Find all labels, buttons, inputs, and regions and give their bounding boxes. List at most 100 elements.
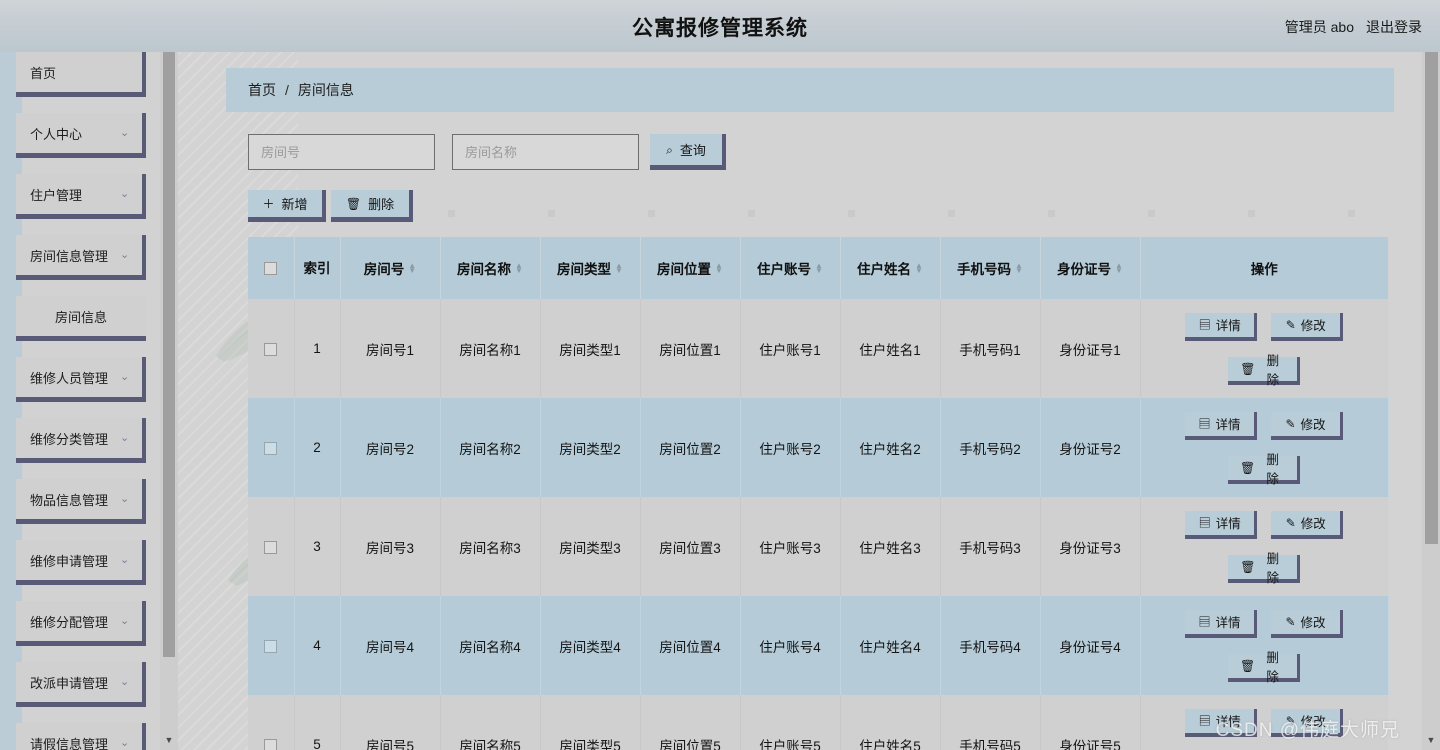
row-checkbox[interactable] xyxy=(264,441,278,455)
sidebar-item-label: 维修分配管理 xyxy=(30,614,109,630)
search-button-label: 查询 xyxy=(679,143,706,158)
table-header-cell-id_card[interactable]: 身份证号 ▲ ▼ xyxy=(1040,237,1141,299)
delete-button[interactable]: 🗑 删除 xyxy=(1228,453,1300,486)
table-header-cell-room_pos[interactable]: 房间位置 ▲ ▼ xyxy=(640,237,741,299)
table-cell-id_card: 身份证号4 xyxy=(1040,596,1141,695)
chevron-down-icon: ⌄ xyxy=(120,371,130,383)
main-content: 首页 / 房间信息 ⌕ 查询 ＋ 新增 🗑 删除 xyxy=(178,52,1422,750)
edit-button-label: 修改 xyxy=(1300,616,1326,630)
sidebar-scroll-down-icon[interactable]: ▼ xyxy=(160,732,178,748)
table-header: 索引 房间号 ▲ ▼ 房间名称 ▲ ▼ 房间类型 ▲ ▼ 房间位置 ▲ ▼ 住户账号 ▲ ▼ 住户姓名 ▲ ▼ 手机号… xyxy=(248,237,1388,299)
sort-toggle-icon[interactable]: ▲ ▼ xyxy=(915,262,923,275)
main-scrollbar[interactable]: ▼ xyxy=(1422,52,1440,750)
row-checkbox[interactable] xyxy=(264,540,278,554)
sidebar-item-0[interactable]: 首页 xyxy=(16,52,146,97)
sort-toggle-icon[interactable]: ▲ ▼ xyxy=(815,262,823,275)
delete-button[interactable]: 🗑 删除 xyxy=(1228,552,1301,585)
sidebar-item-label: 请假信息管理 xyxy=(30,736,109,750)
delete-button[interactable]: 🗑 删除 xyxy=(1228,354,1301,387)
edit-button[interactable]: ✎ 修改 xyxy=(1271,411,1343,440)
sidebar-item-label: 改派申请管理 xyxy=(30,675,109,691)
sort-desc-icon: ▼ xyxy=(915,266,923,275)
breadcrumb: 首页 / 房间信息 xyxy=(226,68,1394,112)
chevron-down-icon: ⌄ xyxy=(120,615,130,627)
edit-button[interactable]: ✎ 修改 xyxy=(1271,312,1344,341)
table-header-cell-room_type[interactable]: 房间类型 ▲ ▼ xyxy=(540,237,641,299)
detail-button[interactable]: ▤ 详情 xyxy=(1185,411,1257,440)
select-all-checkbox[interactable] xyxy=(264,262,278,276)
table-cell-room_no: 房间号1 xyxy=(340,299,441,398)
sidebar-item-10[interactable]: 改派申请管理 ⌄ xyxy=(16,662,146,707)
room-name-input[interactable] xyxy=(452,134,639,170)
sidebar-item-1[interactable]: 个人中心 ⌄ xyxy=(16,113,146,158)
chevron-down-icon: ⌄ xyxy=(120,432,130,444)
edit-button[interactable]: ✎ 修改 xyxy=(1271,510,1344,539)
sidebar-item-11[interactable]: 请假信息管理 ⌄ xyxy=(16,723,146,750)
table-header-cell-room_name[interactable]: 房间名称 ▲ ▼ xyxy=(440,237,541,299)
sort-toggle-icon[interactable]: ▲ ▼ xyxy=(715,262,723,275)
table-header-cell-room_no[interactable]: 房间号 ▲ ▼ xyxy=(340,237,441,299)
sidebar-item-7[interactable]: 物品信息管理 ⌄ xyxy=(16,479,146,524)
trash-icon: 🗑 xyxy=(345,196,362,211)
detail-button[interactable]: ▤ 详情 xyxy=(1185,609,1257,638)
table-header-cell-tenant_name[interactable]: 住户姓名 ▲ ▼ xyxy=(840,237,941,299)
sort-desc-icon: ▼ xyxy=(715,266,723,275)
delete-button[interactable]: 🗑 删除 xyxy=(1228,651,1300,684)
sidebar-item-9[interactable]: 维修分配管理 ⌄ xyxy=(16,601,146,646)
row-checkbox[interactable] xyxy=(264,738,278,750)
detail-button[interactable]: ▤ 详情 xyxy=(1185,312,1258,341)
sidebar-item-3[interactable]: 房间信息管理 ⌄ xyxy=(16,235,146,280)
sidebar-item-8[interactable]: 维修申请管理 ⌄ xyxy=(16,540,146,585)
sidebar-item-2[interactable]: 住户管理 ⌄ xyxy=(16,174,146,219)
sort-toggle-icon[interactable]: ▲ ▼ xyxy=(615,262,623,275)
breadcrumb-home[interactable]: 首页 xyxy=(248,80,276,100)
sidebar-item-6[interactable]: 维修分类管理 ⌄ xyxy=(16,418,146,463)
table-cell-room_no: 房间号5 xyxy=(340,695,441,750)
sidebar-item-4[interactable]: 房间信息 xyxy=(16,296,146,341)
row-checkbox[interactable] xyxy=(264,639,278,653)
detail-button[interactable]: ▤ 详情 xyxy=(1185,708,1258,737)
main-scroll-down-icon[interactable]: ▼ xyxy=(1422,732,1440,748)
main-scrollbar-thumb[interactable] xyxy=(1425,52,1438,544)
table-header-label: 住户账号 xyxy=(757,262,812,277)
add-button[interactable]: ＋ 新增 xyxy=(248,190,326,222)
sort-toggle-icon[interactable]: ▲ ▼ xyxy=(408,262,417,275)
table-cell-room_no: 房间号3 xyxy=(340,497,441,596)
sort-toggle-icon[interactable]: ▲ ▼ xyxy=(515,262,523,275)
table-cell-room_type: 房间类型3 xyxy=(540,497,641,596)
table-header-cell-tenant_acct[interactable]: 住户账号 ▲ ▼ xyxy=(740,237,841,299)
table-toolbar: ＋ 新增 🗑 删除 xyxy=(248,190,413,222)
logout-link[interactable]: 退出登录 xyxy=(1366,17,1422,37)
table-cell-room_type: 房间类型4 xyxy=(540,596,641,695)
table-cell-phone: 手机号码2 xyxy=(940,398,1041,497)
table-cell-tenant_acct: 住户账号2 xyxy=(740,398,841,497)
table-cell-phone: 手机号码4 xyxy=(940,596,1041,695)
plus-icon: ＋ xyxy=(262,196,275,211)
table-cell-room_no: 房间号2 xyxy=(340,398,441,497)
delete-button-label: 删除 xyxy=(1266,551,1280,585)
sidebar-item-label: 个人中心 xyxy=(30,126,83,142)
table-header-label: 手机号码 xyxy=(957,262,1012,277)
sidebar-scrollbar-thumb[interactable] xyxy=(163,52,175,657)
sort-toggle-icon[interactable]: ▲ ▼ xyxy=(1115,262,1123,275)
edit-button[interactable]: ✎ 修改 xyxy=(1271,708,1344,737)
document-icon: ▤ xyxy=(1198,713,1211,728)
search-button[interactable]: ⌕ 查询 xyxy=(650,134,726,170)
edit-button[interactable]: ✎ 修改 xyxy=(1271,609,1343,638)
batch-delete-button[interactable]: 🗑 删除 xyxy=(331,190,413,222)
breadcrumb-separator: / xyxy=(285,82,289,98)
edit-button-label: 修改 xyxy=(1300,319,1326,333)
sidebar-item-5[interactable]: 维修人员管理 ⌄ xyxy=(16,357,146,402)
sort-toggle-icon[interactable]: ▲ ▼ xyxy=(1015,262,1023,275)
room-table-container: 索引 房间号 ▲ ▼ 房间名称 ▲ ▼ 房间类型 ▲ ▼ 房间位置 ▲ ▼ 住户账号 ▲ ▼ 住户姓名 ▲ ▼ 手机号… xyxy=(248,237,1389,750)
row-checkbox[interactable] xyxy=(264,342,278,356)
header-user-area: 管理员 abo 退出登录 xyxy=(1192,0,1422,52)
room-no-input[interactable] xyxy=(248,134,435,170)
table-cell-tenant_name: 住户姓名5 xyxy=(840,695,941,750)
sidebar-scrollbar[interactable]: ▼ xyxy=(160,52,178,750)
table-header-cell-phone[interactable]: 手机号码 ▲ ▼ xyxy=(940,237,1041,299)
detail-button[interactable]: ▤ 详情 xyxy=(1185,510,1258,539)
sort-desc-icon: ▼ xyxy=(408,266,417,275)
row-select-cell xyxy=(248,497,295,596)
table-header-label: 操作 xyxy=(1250,262,1278,277)
